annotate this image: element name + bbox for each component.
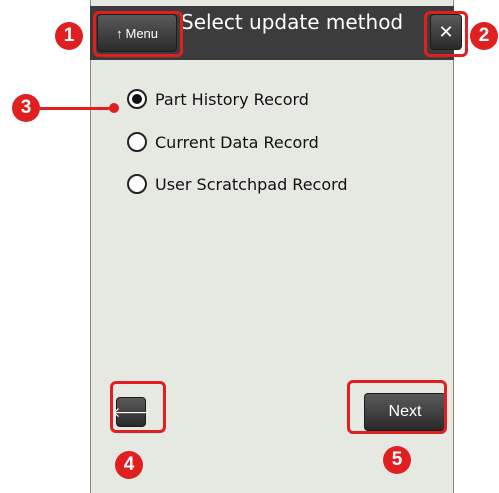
callout-marker-1: 1: [55, 22, 83, 50]
callout-marker-5: 5: [383, 446, 411, 474]
highlight-next: [347, 380, 447, 434]
option-label: Part History Record: [155, 89, 309, 109]
window-title: Select update method: [181, 10, 404, 34]
option-label: Current Data Record: [155, 132, 319, 152]
callout-leader-line: [40, 107, 114, 110]
radio-user-scratchpad[interactable]: [127, 174, 147, 194]
highlight-close: [424, 11, 468, 57]
callout-leader-dot: [109, 103, 119, 113]
option-current-data[interactable]: Current Data Record: [127, 132, 319, 152]
radio-current-data[interactable]: [127, 132, 147, 152]
option-user-scratchpad[interactable]: User Scratchpad Record: [127, 174, 348, 194]
callout-marker-3: 3: [12, 94, 40, 122]
highlight-back: [110, 381, 166, 433]
callout-marker-2: 2: [470, 22, 498, 50]
option-label: User Scratchpad Record: [155, 174, 348, 194]
radio-part-history[interactable]: [127, 89, 147, 109]
option-part-history[interactable]: Part History Record: [127, 89, 309, 109]
callout-marker-4: 4: [115, 451, 143, 479]
highlight-menu: [93, 11, 183, 57]
